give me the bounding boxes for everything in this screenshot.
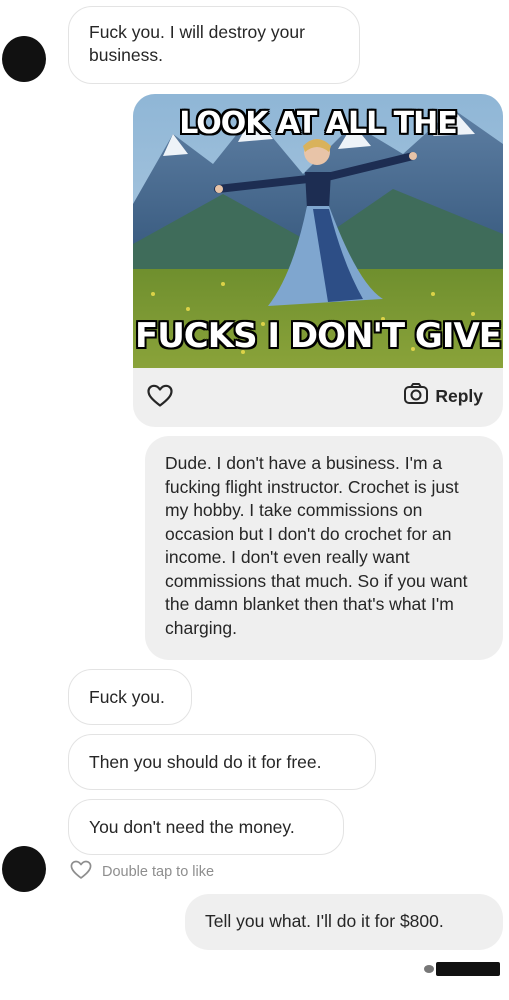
meme-message[interactable]: LOOK AT ALL THE FUCKS I DON'T GIVE Reply	[133, 94, 503, 427]
sender-avatar[interactable]	[2, 846, 46, 892]
meme-bottom-caption: FUCKS I DON'T GIVE	[134, 316, 502, 356]
seen-eye-icon	[424, 965, 434, 973]
like-hint-text: Double tap to like	[102, 864, 215, 880]
incoming-message[interactable]: You don't need the money.	[68, 799, 344, 855]
reply-label: Reply	[435, 385, 483, 406]
seen-indicator	[424, 961, 500, 977]
meme-top-caption: LOOK AT ALL THE	[179, 106, 458, 141]
redacted-name	[436, 962, 500, 976]
double-tap-like-hint[interactable]: Double tap to like	[70, 860, 215, 884]
incoming-message[interactable]: Then you should do it for free.	[68, 734, 376, 790]
reply-button[interactable]: Reply	[403, 382, 483, 410]
message-text: Then you should do it for free.	[89, 751, 322, 772]
outgoing-message[interactable]: Dude. I don't have a business. I'm a fuc…	[145, 436, 503, 660]
message-text: Tell you what. I'll do it for $800.	[205, 911, 444, 932]
outgoing-message[interactable]: Tell you what. I'll do it for $800.	[185, 894, 503, 950]
message-text: Fuck you.	[89, 686, 165, 707]
heart-icon	[70, 860, 92, 884]
message-text: Fuck you. I will destroy your business.	[89, 22, 305, 65]
sender-avatar[interactable]	[2, 36, 46, 82]
heart-icon[interactable]	[147, 384, 173, 408]
camera-icon	[403, 382, 429, 411]
incoming-message[interactable]: Fuck you. I will destroy your business.	[68, 6, 360, 84]
message-text: You don't need the money.	[89, 816, 295, 837]
message-text: Dude. I don't have a business. I'm a fuc…	[165, 453, 468, 638]
incoming-message[interactable]: Fuck you.	[68, 669, 192, 725]
